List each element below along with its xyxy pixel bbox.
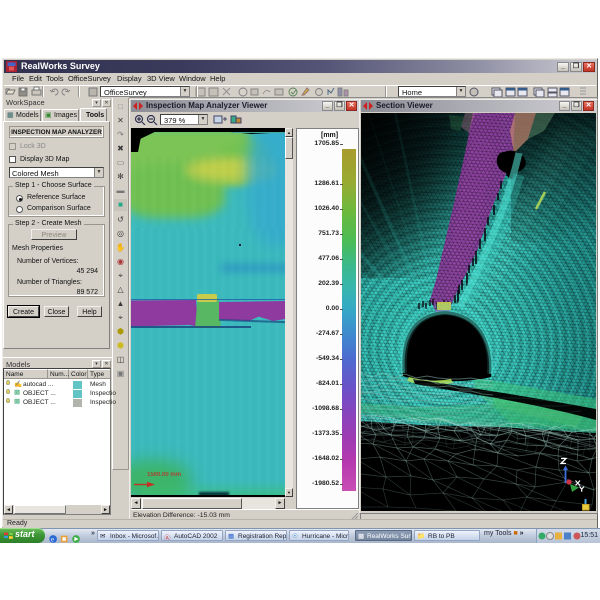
svg-text:e: e <box>51 536 54 543</box>
